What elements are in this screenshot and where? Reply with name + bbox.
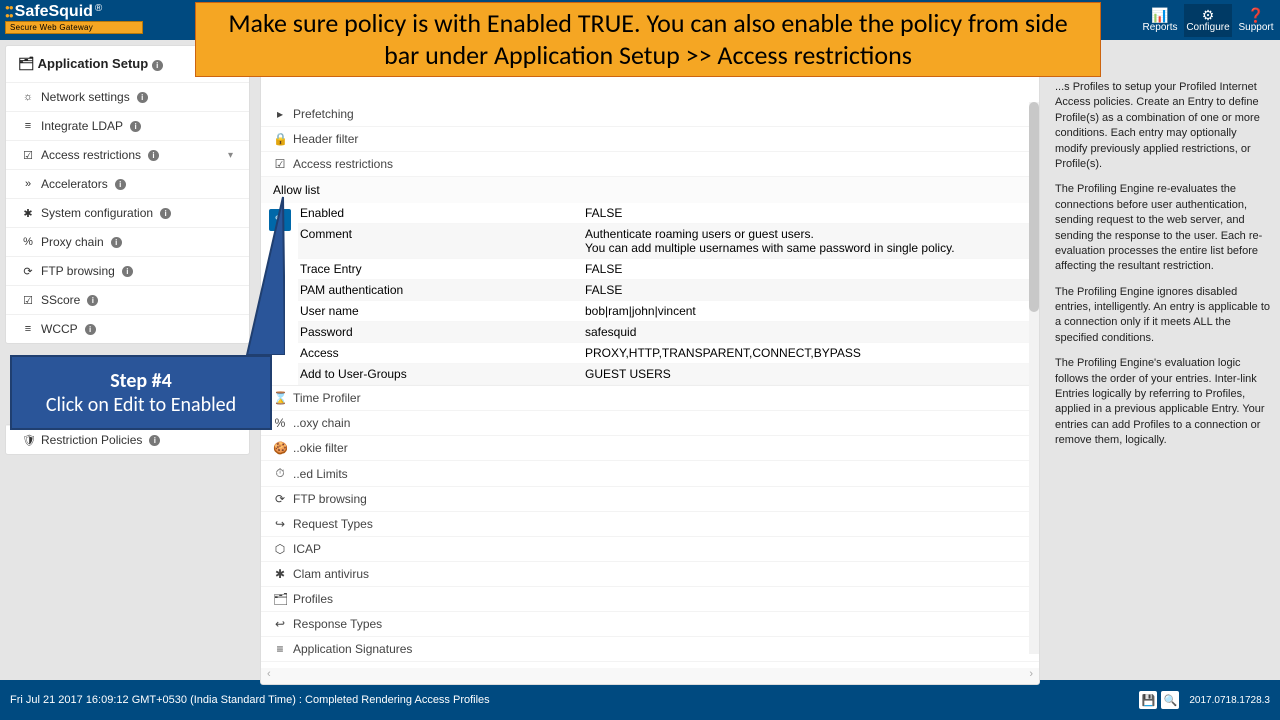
section-icon: ⌛ [273,391,287,405]
item-icon: ☑ [22,149,34,162]
sidebar-item-proxy-chain[interactable]: %Proxy chaini [6,227,249,256]
info-icon[interactable]: i [85,324,96,335]
section-icon: ⟳ [273,492,287,506]
section-clam-antivirus[interactable]: ✱Clam antivirus [261,562,1039,587]
gears-icon: ⚙ [1184,8,1232,22]
section-icon: 🔒 [273,132,287,146]
help-icon: ❓ [1232,8,1280,22]
section--oxy-chain[interactable]: %..oxy chain [261,411,1039,436]
search-icon[interactable]: 🔍 [1161,691,1179,709]
sidebar-item-wccp[interactable]: ≡WCCPi [6,314,249,343]
vertical-scrollbar[interactable] [1029,102,1039,654]
callout-pointer [245,195,285,355]
support-tab[interactable]: ❓Support [1232,4,1280,37]
policy-entry: ✎ EnabledFALSECommentAuthenticate roamin… [261,203,1039,386]
info-icon[interactable]: i [160,208,171,219]
section--ed-limits[interactable]: ⏱..ed Limits [261,461,1039,487]
info-icon[interactable]: i [130,121,141,132]
sidebar-item-integrate-ldap[interactable]: ≡Integrate LDAPi [6,111,249,140]
section-icon: ↪ [273,517,287,531]
sidebar-item-sscore[interactable]: ☑SScorei [6,285,249,314]
section-icon: ▸ [273,107,287,121]
section-time-profiler[interactable]: ⌛Time Profiler [261,386,1039,411]
item-icon: » [22,178,34,190]
entry-row-pam-authentication: PAM authenticationFALSE [298,280,1039,301]
sidebar-item-ftp-browsing[interactable]: ⟳FTP browsingi [6,256,249,285]
entry-row-comment: CommentAuthenticate roaming users or gue… [298,224,1039,259]
entry-row-enabled: EnabledFALSE [298,203,1039,224]
help-panel: ...s Profiles to setup your Profiled Int… [1045,40,1280,680]
section-prefetching[interactable]: ▸Prefetching [261,102,1039,127]
section-icon: % [273,416,287,430]
entry-row-add-to-user-groups: Add to User-GroupsGUEST USERS [298,364,1039,385]
item-icon: ≡ [22,120,34,132]
shield-icon: 🛡 [22,434,34,447]
chevron-down-icon: ▾ [228,150,233,161]
horizontal-scrollbar[interactable]: ‹› [261,668,1039,684]
sidebar-item-network-settings[interactable]: ☼Network settingsi [6,82,249,111]
section-access-restrictions[interactable]: ☑Access restrictions [261,152,1039,177]
section--okie-filter[interactable]: 🍪..okie filter [261,436,1039,461]
save-icon[interactable]: 💾 [1139,691,1157,709]
section-icon: ⏱ [273,466,287,481]
info-icon[interactable]: i [149,435,160,446]
entry-row-password: Passwordsafesquid [298,322,1039,343]
item-icon: % [22,236,34,248]
section-profiles[interactable]: 🗂Profiles [261,587,1039,612]
content-panel: ▸Prefetching🔒Header filter☑Access restri… [260,45,1040,685]
info-icon[interactable]: i [111,237,122,248]
info-icon[interactable]: i [87,295,98,306]
item-icon: ☼ [22,91,34,103]
configure-tab[interactable]: ⚙Configure [1184,4,1232,37]
item-icon: ⟳ [22,265,34,278]
logo: ●●●● SafeSquid ® Secure Web Gateway [0,0,148,40]
section-icon: ☑ [273,157,287,171]
sidebar-item-system-configuration[interactable]: ✱System configurationi [6,198,249,227]
entry-row-access: AccessPROXY,HTTP,TRANSPARENT,CONNECT,BYP… [298,343,1039,364]
section-request-types[interactable]: ↪Request Types [261,512,1039,537]
reports-tab[interactable]: 📊Reports [1136,4,1184,37]
section-ftp-browsing[interactable]: ⟳FTP browsing [261,487,1039,512]
logo-name: SafeSquid [15,3,93,21]
entry-row-trace-entry: Trace EntryFALSE [298,259,1039,280]
info-icon[interactable]: i [152,60,163,71]
logo-tagline: Secure Web Gateway [5,21,143,34]
annotation-banner: Make sure policy is with Enabled TRUE. Y… [195,2,1101,77]
step-callout: Step #4 Click on Edit to Enabled [10,355,272,430]
allow-list-header: Allow list [261,177,1039,203]
section-icon: ✱ [273,567,287,581]
status-text: Fri Jul 21 2017 16:09:12 GMT+0530 (India… [10,694,490,706]
sidebar-item-accelerators[interactable]: »Acceleratorsi [6,169,249,198]
info-icon[interactable]: i [148,150,159,161]
section-icon: ≡ [273,642,287,656]
section-icon: ↩ [273,617,287,631]
status-bar: Fri Jul 21 2017 16:09:12 GMT+0530 (India… [0,680,1280,720]
section-icon: 🗂 [273,592,287,606]
version-label: 2017.0718.1728.3 [1189,695,1270,706]
section-header-filter[interactable]: 🔒Header filter [261,127,1039,152]
sidebar-item-access-restrictions[interactable]: ☑Access restrictionsi▾ [6,140,249,169]
section-application-signatures[interactable]: ≡Application Signatures [261,637,1039,662]
item-icon: ✱ [22,207,34,220]
section-icap[interactable]: ⬡ICAP [261,537,1039,562]
section-icon: ⬡ [273,542,287,556]
info-icon[interactable]: i [115,179,126,190]
chart-icon: 📊 [1136,8,1184,22]
item-icon: ≡ [22,323,34,335]
info-icon[interactable]: i [137,92,148,103]
info-icon[interactable]: i [122,266,133,277]
section-response-types[interactable]: ↩Response Types [261,612,1039,637]
item-icon: ☑ [22,294,34,307]
section-icon: 🍪 [273,441,287,455]
entry-row-user-name: User namebob|ram|john|vincent [298,301,1039,322]
